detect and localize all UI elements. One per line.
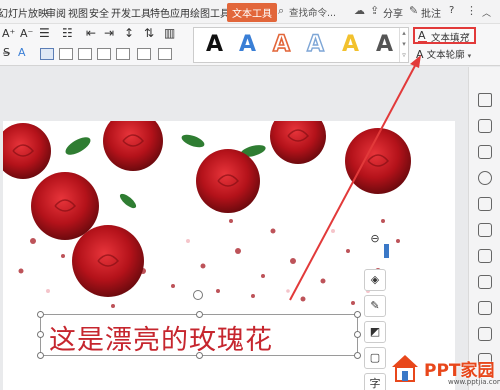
chart-icon[interactable] <box>478 301 492 315</box>
mobile-icon[interactable] <box>478 197 492 211</box>
smartart-button[interactable] <box>158 48 172 60</box>
panel-expand-tab[interactable] <box>384 244 389 258</box>
text-fill-button[interactable]: A 文本填充 ▾ <box>413 27 476 44</box>
columns-icon[interactable]: ▥ <box>164 26 175 40</box>
char-format-button[interactable]: 字 <box>364 373 386 390</box>
pen-icon[interactable]: ✎ <box>364 295 386 317</box>
fill-bucket-icon[interactable]: ◩ <box>364 321 386 343</box>
style-sample-blue[interactable]: A <box>239 32 256 57</box>
bullet-list-icon[interactable]: ☰ <box>39 26 50 40</box>
font-color-icon[interactable]: A <box>18 46 26 59</box>
share-icon: ⇪ <box>370 4 380 17</box>
layers-icon[interactable]: ◈ <box>364 269 386 291</box>
search-input[interactable]: 查找命令... <box>289 5 336 19</box>
tab-developer[interactable]: 开发工具 <box>111 5 151 20</box>
numbered-list-icon[interactable]: ☷ <box>62 26 73 40</box>
chevron-down-icon: ▾ <box>467 52 472 60</box>
justify-button[interactable] <box>97 48 111 60</box>
resize-handle-top[interactable] <box>196 311 203 318</box>
text-box[interactable]: 这是漂亮的玫瑰花 <box>37 311 361 359</box>
tab-special-apps[interactable]: 特色应用 <box>150 5 190 20</box>
align-left-button[interactable] <box>40 48 54 60</box>
text-outline-label: 文本轮廓 <box>426 50 465 61</box>
distribute-button[interactable] <box>116 48 130 60</box>
style-sample-black[interactable]: A <box>206 32 223 57</box>
align-right-button[interactable] <box>78 48 92 60</box>
copy-icon[interactable] <box>478 145 492 159</box>
text-direction-icon[interactable]: ⇅ <box>144 26 154 40</box>
style-sample-yellow[interactable]: A <box>342 32 359 57</box>
watermark-url: www.pptjia.com <box>448 378 500 386</box>
resize-handle-right[interactable] <box>354 331 361 338</box>
text-outline-button[interactable]: A 文本轮廓 ▾ <box>416 47 471 61</box>
cloud-icon[interactable]: ☁ <box>354 4 365 17</box>
text-fill-label: 文本填充 <box>431 33 470 44</box>
text-style-gallery[interactable]: A A A A A A <box>193 27 409 63</box>
border-icon[interactable]: ▢ <box>364 347 386 369</box>
comment-icon: ✎ <box>409 4 419 17</box>
help-button[interactable]: ? <box>449 5 454 16</box>
shrink-font-icon[interactable]: A⁻ <box>20 27 33 40</box>
tab-drawing-tools[interactable]: 绘图工具 <box>190 5 230 20</box>
tab-review[interactable]: 审阅 <box>46 5 66 20</box>
resize-handle-bottom-left[interactable] <box>37 352 44 359</box>
animation-icon[interactable] <box>478 249 492 263</box>
sliders-icon[interactable] <box>478 275 492 289</box>
image-icon[interactable] <box>478 327 492 341</box>
select-icon[interactable] <box>478 93 492 107</box>
collapse-icon[interactable]: ︿ <box>482 6 491 19</box>
rose-photo <box>3 121 411 308</box>
tab-text-tools[interactable]: 文本工具 <box>227 3 277 22</box>
text-fill-icon: A <box>418 29 427 43</box>
tab-slideshow[interactable]: 幻灯片放映 <box>0 5 48 20</box>
indent-increase-icon[interactable]: ⇥ <box>104 26 114 40</box>
indent-decrease-icon[interactable]: ⇤ <box>86 26 96 40</box>
resize-handle-left[interactable] <box>37 331 44 338</box>
text-box-content[interactable]: 这是漂亮的玫瑰花 <box>49 318 273 357</box>
strikethrough-icon[interactable]: S̶ <box>3 46 10 59</box>
rotate-handle[interactable] <box>193 290 203 300</box>
style-sample-gray[interactable]: A <box>376 32 393 57</box>
text-outline-icon: A <box>416 48 424 61</box>
menu-bar: 幻灯片放映 审阅 视图 安全 开发工具 特色应用 绘图工具 文本工具 ⌕ 查找命… <box>0 0 500 24</box>
resize-handle-top-right[interactable] <box>354 311 361 318</box>
style-sample-blue-outline[interactable]: A <box>306 31 324 57</box>
align-vertical-button[interactable] <box>137 48 151 60</box>
comment-button[interactable]: 批注 <box>421 5 441 20</box>
watermark-logo <box>392 355 418 382</box>
grow-font-icon[interactable]: A⁺ <box>2 27 15 40</box>
chevron-down-icon: ▾ <box>466 31 470 39</box>
line-spacing-icon[interactable]: ↕ <box>124 26 134 40</box>
more-icon[interactable]: ⋮ <box>466 4 477 17</box>
right-tool-rail <box>468 67 500 390</box>
resize-handle-bottom[interactable] <box>196 352 203 359</box>
clock-icon[interactable] <box>478 171 492 185</box>
style-icon[interactable] <box>478 223 492 237</box>
gallery-scroll[interactable]: ▴ ▾ ▿ <box>399 28 408 62</box>
tab-security[interactable]: 安全 <box>89 5 109 20</box>
shape-icon[interactable] <box>478 119 492 133</box>
align-center-button[interactable] <box>59 48 73 60</box>
collapse-panel-icon[interactable]: ⊖ <box>364 229 386 251</box>
share-button[interactable]: 分享 <box>383 5 403 20</box>
resize-handle-top-left[interactable] <box>37 311 44 318</box>
search-icon: ⌕ <box>278 4 285 17</box>
resize-handle-bottom-right[interactable] <box>354 352 361 359</box>
tab-view[interactable]: 视图 <box>68 5 88 20</box>
style-sample-orange-outline[interactable]: A <box>272 31 291 58</box>
